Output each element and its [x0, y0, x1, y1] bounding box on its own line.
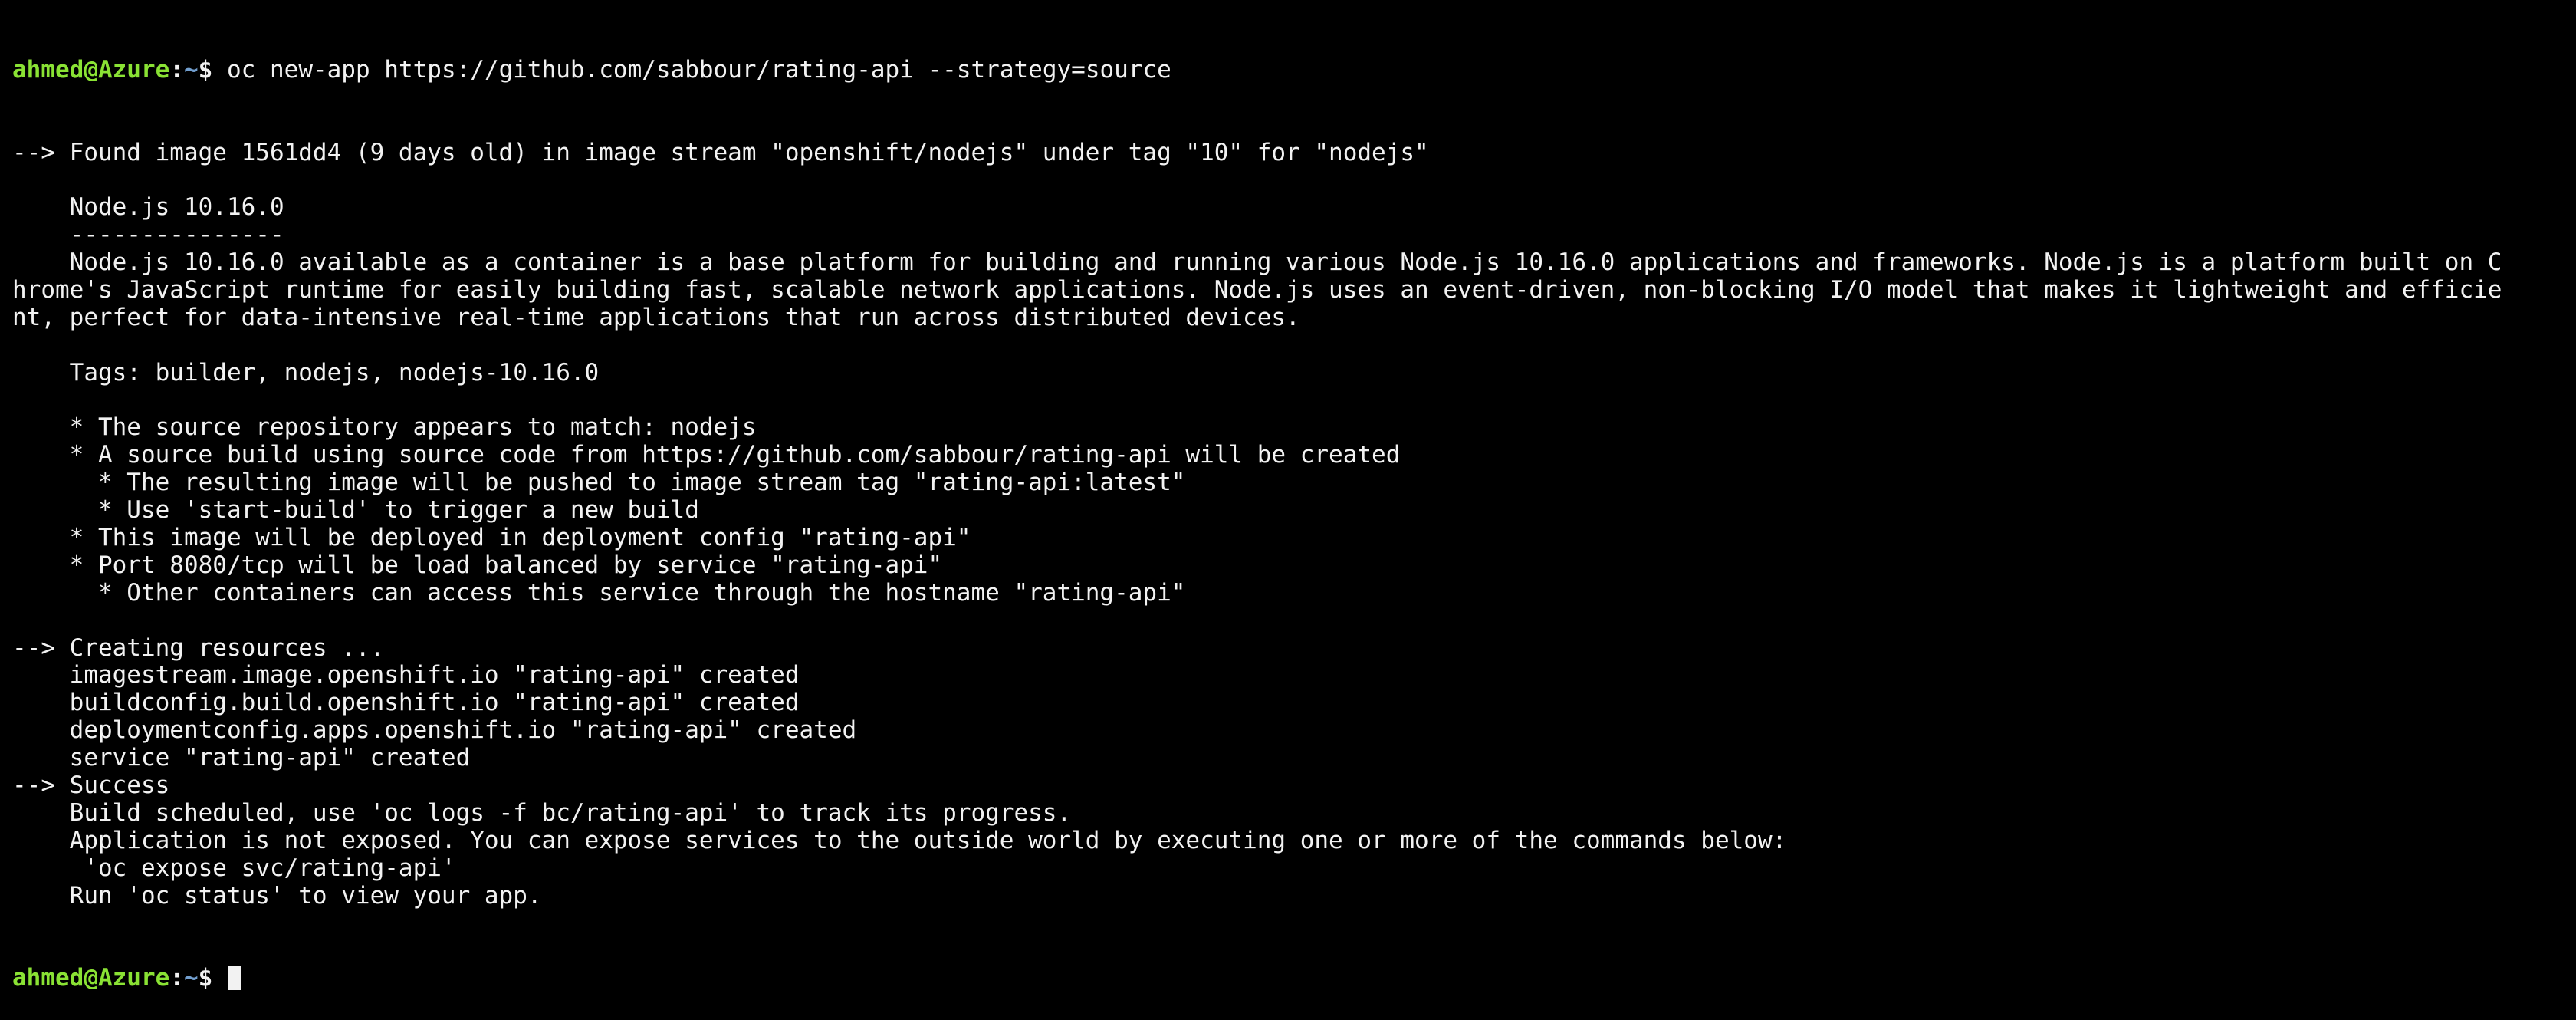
output-line: Build scheduled, use 'oc logs -f bc/rati… — [12, 798, 1072, 827]
prompt-path: ~ — [183, 964, 199, 992]
prompt-path: ~ — [183, 55, 199, 84]
prompt-separator: : — [169, 964, 184, 992]
output-line: --> Found image 1561dd4 (9 days old) in … — [12, 138, 1429, 166]
text-cursor[interactable] — [228, 966, 242, 991]
output-line: Tags: builder, nodejs, nodejs-10.16.0 — [12, 358, 600, 387]
output-line: nt, perfect for data-intensive real-time… — [12, 303, 1300, 331]
output-line: service "rating-api" created — [12, 744, 471, 772]
command-line: ahmed@Azure:~$ oc new-app https://github… — [12, 55, 2576, 84]
output-line: hrome's JavaScript runtime for easily bu… — [12, 275, 2502, 304]
output-line: * A source build using source code from … — [12, 441, 1401, 469]
output-line: --> Success — [12, 772, 170, 799]
output-line: buildconfig.build.openshift.io "rating-a… — [12, 689, 800, 717]
prompt-user-host: ahmed@Azure — [12, 55, 170, 84]
output-line: Run 'oc status' to view your app. — [12, 881, 542, 910]
output-line: Application is not exposed. You can expo… — [12, 826, 1787, 854]
output-line: deploymentconfig.apps.openshift.io "rati… — [12, 716, 857, 745]
output-line: 'oc expose svc/rating-api' — [12, 854, 456, 882]
output-line: * Other containers can access this servi… — [12, 578, 1186, 607]
output-line: * This image will be deployed in deploym… — [12, 523, 971, 551]
output-line: * Port 8080/tcp will be load balanced by… — [12, 551, 943, 579]
output-line: --------------- — [12, 221, 284, 249]
output-line: * The source repository appears to match… — [12, 413, 757, 442]
prompt-user-host: ahmed@Azure — [12, 964, 170, 992]
output-line: Node.js 10.16.0 — [12, 193, 284, 222]
output-line: --> Creating resources ... — [12, 633, 385, 662]
output-line: imagestream.image.openshift.io "rating-a… — [12, 661, 800, 689]
prompt-separator: : — [169, 55, 184, 84]
command-text: oc new-app https://github.com/sabbour/ra… — [227, 55, 1171, 84]
command-output: --> Found image 1561dd4 (9 days old) in … — [12, 138, 2576, 910]
output-line: * Use 'start-build' to trigger a new bui… — [12, 496, 699, 525]
prompt-symbol: $ — [198, 964, 213, 992]
terminal-window[interactable]: ahmed@Azure:~$ oc new-app https://github… — [0, 0, 2576, 992]
output-line: * The resulting image will be pushed to … — [12, 469, 1186, 497]
prompt-symbol: $ — [198, 55, 213, 84]
output-line: Node.js 10.16.0 available as a container… — [12, 248, 2502, 277]
active-prompt-line[interactable]: ahmed@Azure:~$ — [12, 964, 2576, 992]
